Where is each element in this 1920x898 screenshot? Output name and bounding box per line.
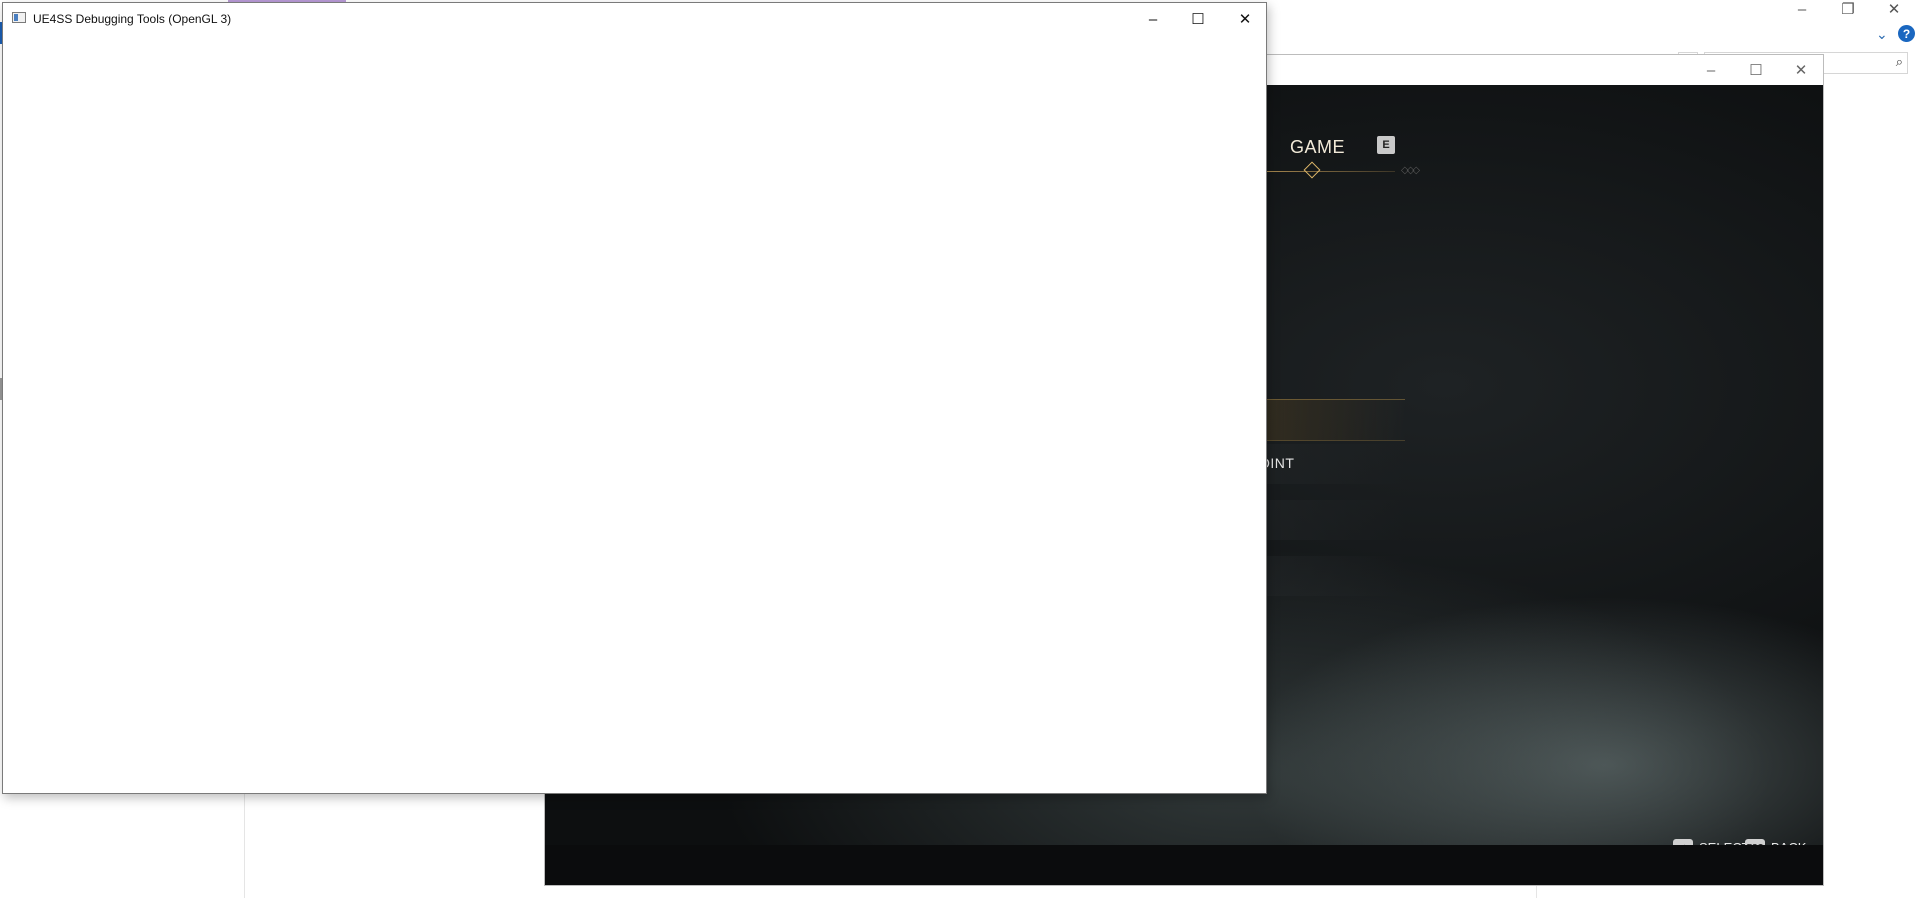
background-minimize-button[interactable]: – (1782, 0, 1822, 18)
tab-active-diamond-icon (1303, 161, 1321, 179)
next-tab-key-badge: E (1377, 136, 1395, 154)
background-close-button[interactable]: ✕ (1874, 0, 1914, 18)
background-restore-button[interactable]: ❐ (1828, 0, 1868, 18)
game-bottom-bar (545, 845, 1823, 885)
window-title: UE4SS Debugging Tools (OpenGL 3) (33, 12, 232, 26)
debugger-window: UE4SS Debugging Tools (OpenGL 3) – ☐ ✕ (2, 2, 1267, 794)
search-icon: ⌕ (1895, 54, 1903, 69)
tab-underline (1245, 171, 1395, 172)
game-minimize-button[interactable]: – (1689, 58, 1733, 82)
game-maximize-button[interactable]: ☐ (1734, 58, 1778, 82)
game-close-button[interactable]: ✕ (1779, 58, 1823, 82)
help-icon[interactable]: ? (1898, 25, 1915, 42)
maximize-button[interactable]: ☐ (1176, 5, 1220, 33)
background-divider (244, 790, 245, 898)
debugger-titlebar[interactable]: UE4SS Debugging Tools (OpenGL 3) – ☐ ✕ (3, 3, 1266, 34)
app-window-icon (12, 12, 26, 23)
tab-game[interactable]: GAME (1290, 137, 1345, 158)
minimize-button[interactable]: – (1131, 5, 1175, 33)
close-button[interactable]: ✕ (1223, 5, 1267, 33)
tab-ornament-icon: ◇◇◇ (1401, 165, 1420, 176)
debugger-client-area[interactable] (3, 34, 1266, 793)
chevron-down-icon[interactable]: ⌄ (1876, 26, 1888, 43)
